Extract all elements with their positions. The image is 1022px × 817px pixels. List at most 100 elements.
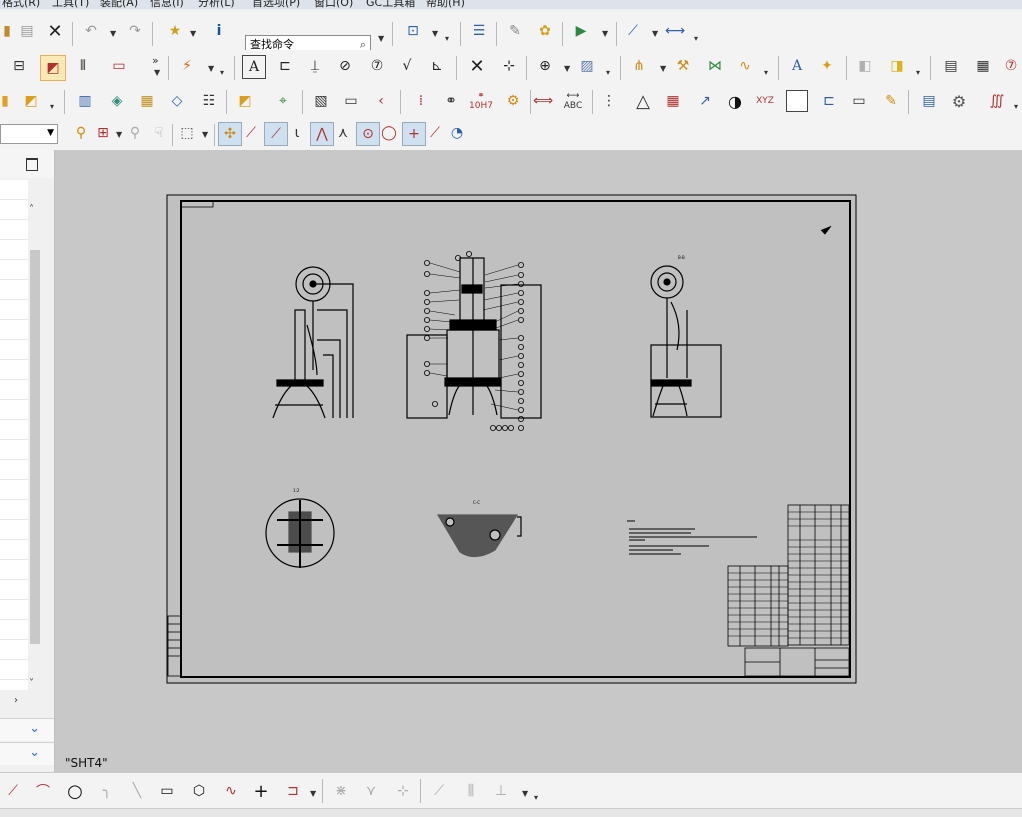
report-icon[interactable]: ▤ (918, 90, 940, 112)
centermark-icon[interactable]: ✕ (466, 55, 488, 77)
filter-dropdown-icon[interactable]: ▼ (116, 130, 122, 139)
chevron-down-icon[interactable]: ⌄ (29, 721, 40, 736)
move-component-icon[interactable]: ▶ (570, 20, 592, 42)
tabular-function-icon[interactable]: ⋮ (598, 90, 620, 112)
menu-tools[interactable]: 工具(T) (52, 0, 89, 9)
redo-icon[interactable]: ↷ (124, 20, 146, 42)
image-icon[interactable]: ▨ (576, 55, 598, 77)
grid-icon[interactable]: ⁞ (410, 90, 432, 112)
clipboard-icon[interactable]: ▤ (16, 20, 38, 42)
list-item[interactable] (0, 360, 28, 380)
rectangle-box-icon[interactable] (786, 90, 808, 112)
view-dropdown-icon[interactable]: ▼ (154, 68, 160, 77)
list-item[interactable] (0, 180, 28, 200)
layer-settings-icon[interactable]: ☰ (468, 20, 490, 42)
drawing-canvas[interactable]: B-B 1:2 C-C (55, 150, 1022, 772)
menu-analysis[interactable]: 分析(L) (198, 0, 235, 9)
hammer-icon[interactable]: ⚒ (672, 55, 694, 77)
settings-gear-icon[interactable]: ⚙ (948, 90, 970, 112)
constraint-dropdown-icon[interactable]: ▼ (522, 789, 528, 798)
scroll-down-icon[interactable]: ˅ (29, 678, 34, 689)
arc-icon[interactable]: ⌒ (32, 780, 54, 802)
menu-information[interactable]: 信息(I) (150, 0, 184, 9)
thread-more-icon[interactable]: ▾ (764, 68, 768, 77)
list-item[interactable] (0, 460, 28, 480)
menu-gc-toolbox[interactable]: GC工具箱 (366, 0, 415, 9)
midpoint-snap-icon[interactable]: ⟋ (264, 122, 288, 146)
point-on-curve-snap-icon[interactable]: ⟋ (424, 122, 446, 144)
deselect-icon[interactable]: ☟ (148, 122, 170, 144)
section-line-icon[interactable]: ▮ (0, 90, 16, 112)
graphics-viewport[interactable]: B-B 1:2 C-C "SHT4" (55, 150, 1022, 772)
sheet-icon[interactable]: ▥ (74, 90, 96, 112)
selection-scope-icon[interactable]: ⚲ (124, 122, 146, 144)
frame-icon[interactable]: ▭ (340, 90, 362, 112)
list-item[interactable] (0, 200, 28, 220)
list-item[interactable] (0, 340, 28, 360)
sketch-dropdown-icon[interactable]: ▼ (310, 789, 316, 798)
fillet-icon[interactable]: ╮ (96, 780, 118, 802)
edit-display-icon[interactable]: ✎ (504, 20, 526, 42)
target-dropdown-icon[interactable]: ▼ (564, 64, 570, 73)
text-style-icon[interactable]: A (786, 55, 808, 77)
dimension-dropdown-icon[interactable]: ▼ (208, 64, 214, 73)
arc-center-snap-icon[interactable]: ⋏ (332, 122, 354, 144)
undo-icon[interactable]: ↶ (80, 20, 102, 42)
base-view-icon[interactable]: ▭ (108, 55, 130, 77)
assembly-icon[interactable]: ◨ (886, 55, 908, 77)
list-item[interactable] (0, 480, 28, 500)
toolbar-overflow-icon[interactable]: » (152, 54, 159, 67)
circle-center-snap-icon[interactable]: ⊙ (356, 122, 380, 146)
auto-balloon-icon[interactable]: ⑦ (1000, 55, 1022, 77)
dimension-more-icon[interactable]: ▾ (220, 68, 224, 77)
list-item[interactable] (0, 600, 28, 620)
feature-control-frame-icon[interactable]: ⊏ (274, 55, 296, 77)
hierarchy-icon[interactable]: ☷ (198, 90, 220, 112)
view-more-icon[interactable]: ▾ (445, 34, 449, 43)
tools-icon[interactable]: ✦ (816, 55, 838, 77)
measure-angle-icon[interactable]: ⟋ (622, 20, 644, 42)
hatch-icon[interactable]: ▧ (310, 90, 332, 112)
offset-icon[interactable]: ⋈ (704, 55, 726, 77)
list-item[interactable] (0, 240, 28, 260)
auto-dimension-icon[interactable]: ⚙ (502, 90, 524, 112)
fit-tolerance-icon[interactable]: ⚭ 10H7 (469, 90, 493, 112)
accordion-section-1[interactable]: ⌄ (0, 718, 54, 741)
derived-line-icon[interactable]: ⟋ (428, 780, 450, 802)
intersection-snap-icon[interactable]: ⋀ (310, 122, 334, 146)
mirror-curve-icon[interactable]: ⫼ (460, 780, 482, 802)
navigator-list[interactable] (0, 180, 28, 690)
menu-window[interactable]: 窗口(O) (314, 0, 353, 9)
existing-point-snap-icon[interactable]: + (402, 122, 426, 146)
center-of-mass-icon[interactable]: ◑ (724, 90, 746, 112)
constraint-icon[interactable]: ⊥ (490, 780, 512, 802)
balloon-icon[interactable]: ⑦ (366, 55, 388, 77)
command-finder-dropdown-icon[interactable]: ▼ (378, 34, 384, 43)
list-item[interactable] (0, 380, 28, 400)
menu-assembly[interactable]: 装配(A) (100, 0, 138, 9)
delete-icon[interactable]: ✕ (44, 20, 66, 42)
accordion-section-2[interactable]: ⌄ (0, 742, 54, 765)
symbol-more-icon[interactable]: ▾ (50, 102, 54, 111)
assembly-more-icon[interactable]: ▾ (916, 68, 920, 77)
layer-icon[interactable]: ◈ (106, 90, 128, 112)
table-icon[interactable]: ▦ (662, 90, 684, 112)
leader-text-icon[interactable]: ↗ (694, 90, 716, 112)
list-item[interactable] (0, 260, 28, 280)
undo-dropdown-icon[interactable]: ▼ (110, 29, 116, 38)
fit-view-icon[interactable]: ⊡ (402, 20, 424, 42)
target-point-icon[interactable]: ⊕ (534, 55, 556, 77)
select-dropdown-icon[interactable]: ▼ (202, 130, 208, 139)
rectangle-select-icon[interactable]: ⬚ (176, 122, 198, 144)
bolt-circle-centerline-icon[interactable]: ⊹ (498, 55, 520, 77)
scroll-right-icon[interactable]: › (14, 695, 18, 706)
list-item[interactable] (0, 320, 28, 340)
list-item[interactable] (0, 440, 28, 460)
tabular-note-icon[interactable]: ▦ (972, 55, 994, 77)
list-item[interactable] (0, 520, 28, 540)
brush-icon[interactable]: ✎ (880, 90, 902, 112)
list-item[interactable] (0, 560, 28, 580)
rectangle-icon[interactable]: ▭ (156, 780, 178, 802)
list-item[interactable] (0, 300, 28, 320)
chevron-down-icon[interactable]: ⌄ (29, 745, 40, 760)
